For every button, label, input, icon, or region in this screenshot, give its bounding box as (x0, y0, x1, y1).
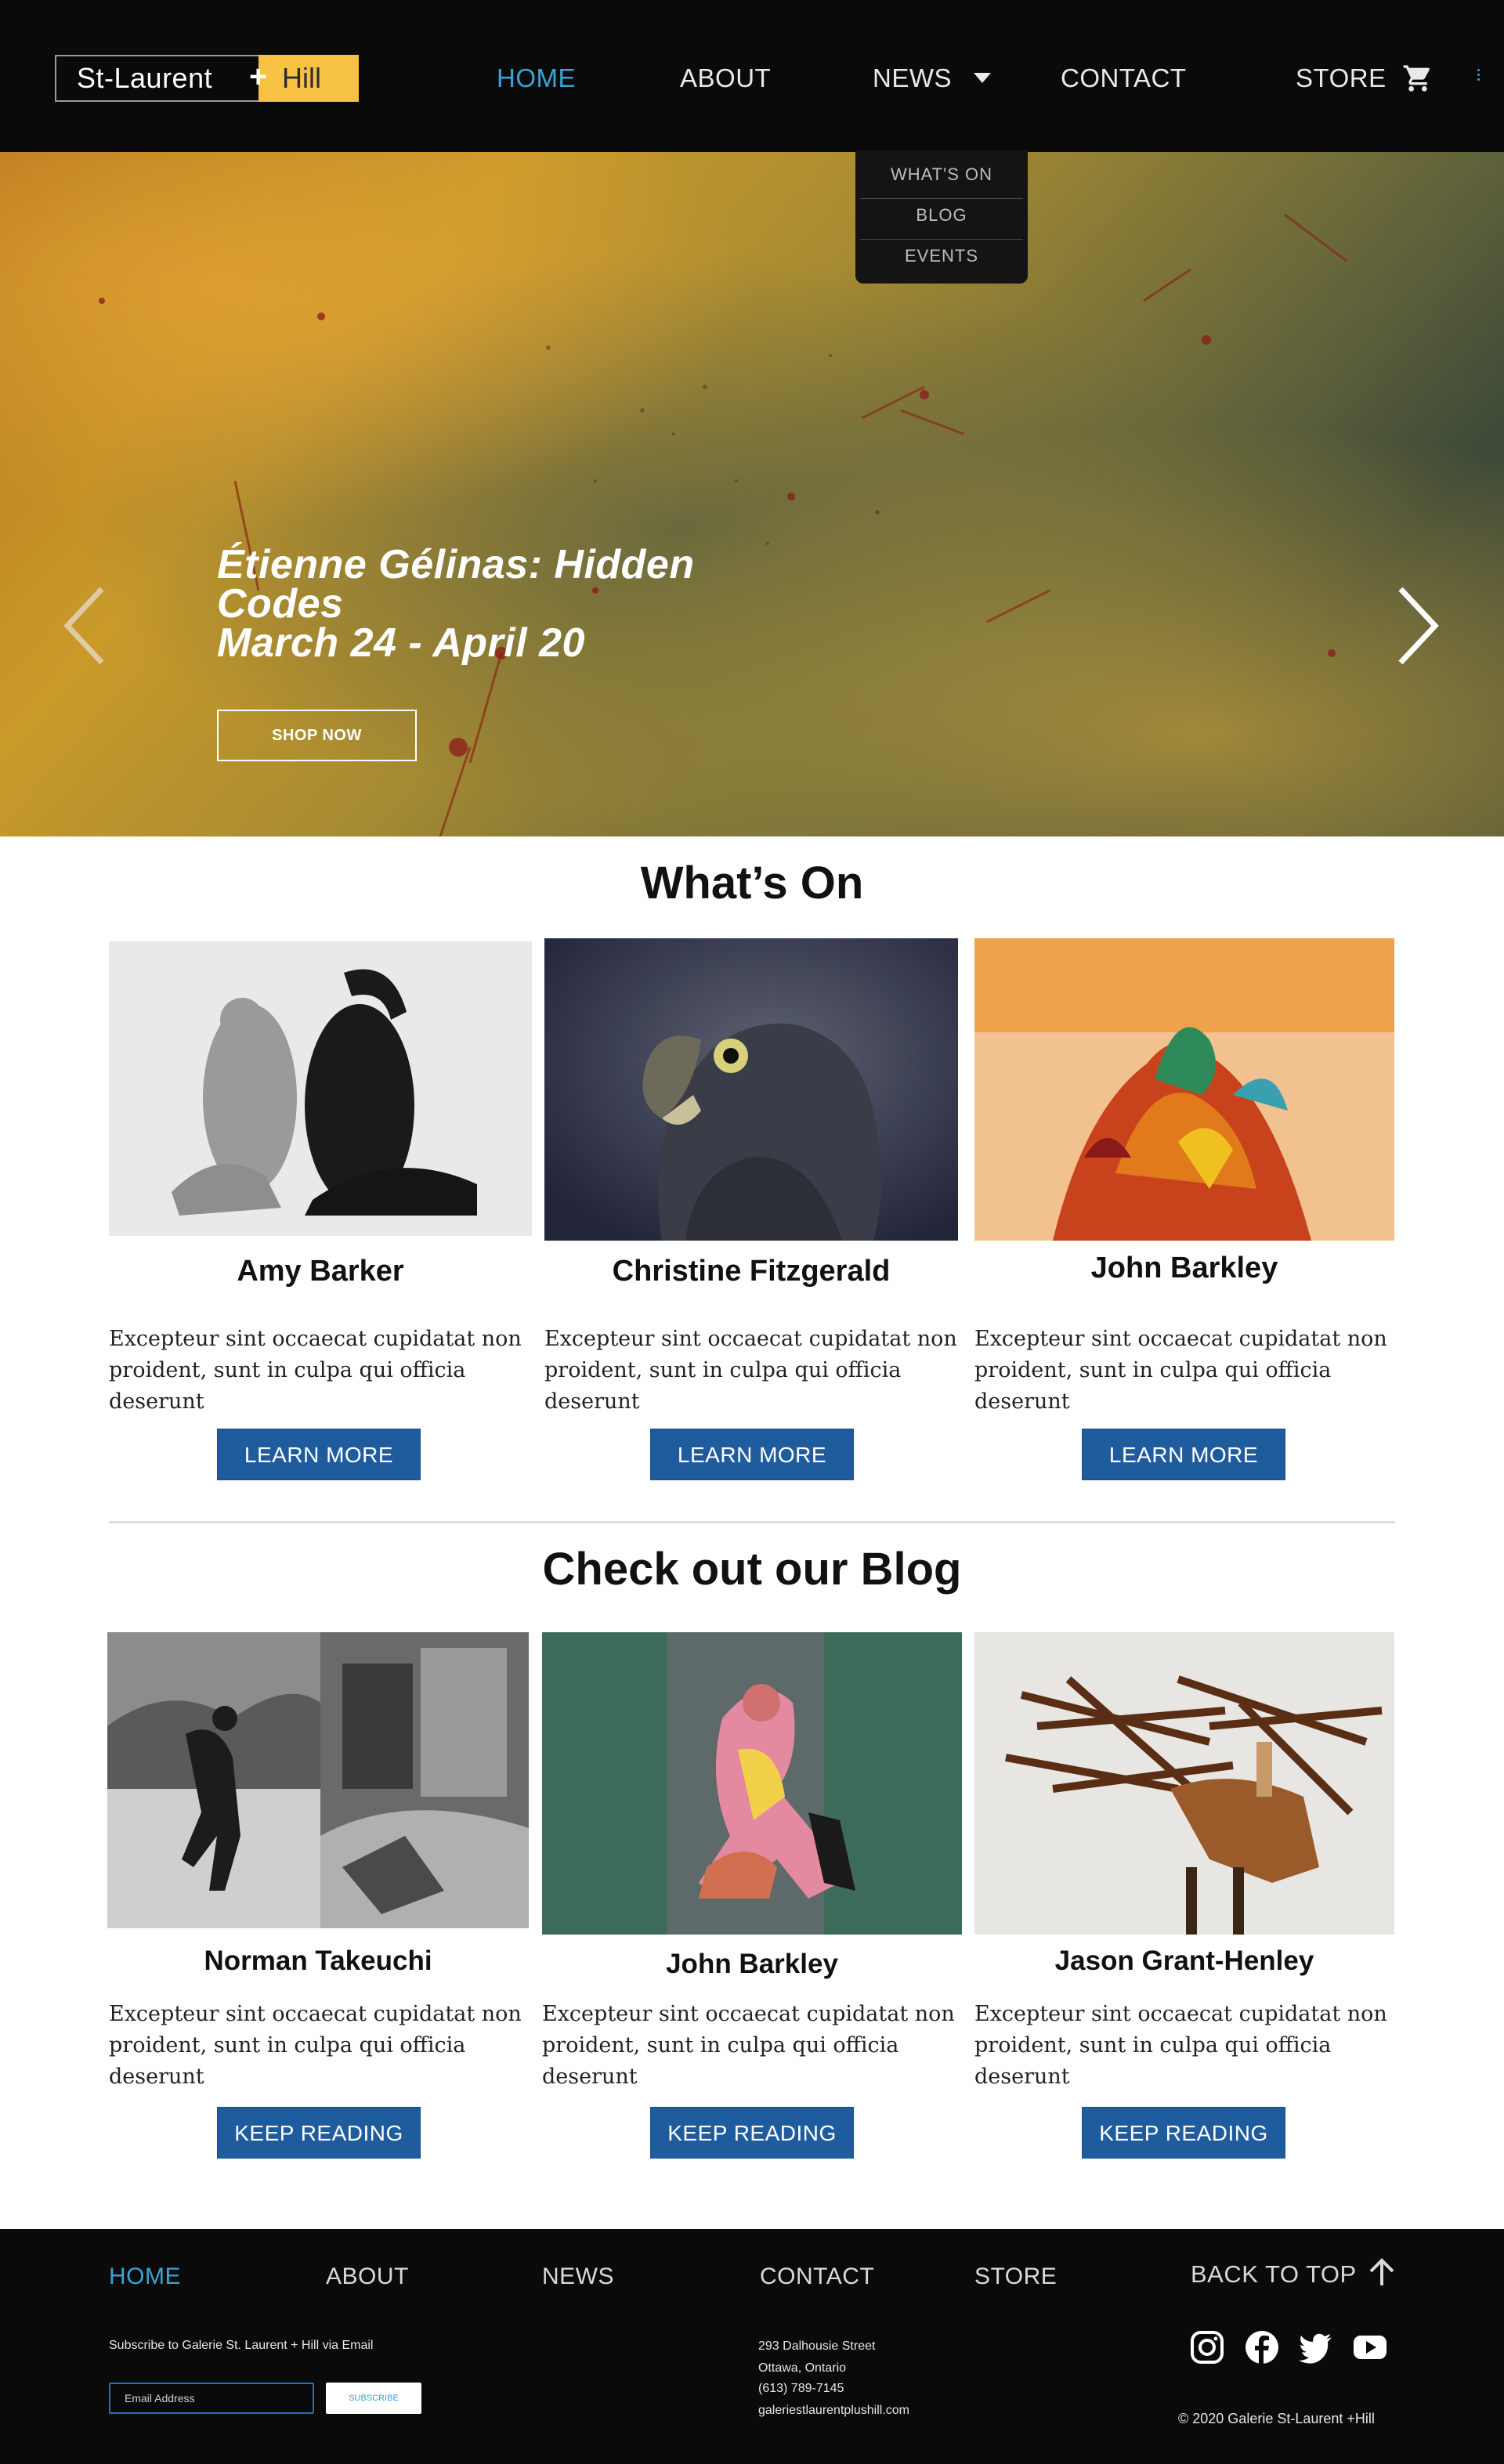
footer-nav-home[interactable]: HOME (109, 2263, 181, 2290)
hero-title-line: Étienne Gélinas: Hidden (217, 542, 695, 587)
blog-author: Jason Grant-Henley (1054, 1946, 1314, 1976)
card-description: Excepteur sint occaecat cupidatat non pr… (974, 1324, 1413, 1418)
artwork-image[interactable] (109, 941, 532, 1236)
nav-news-label: NEWS (873, 63, 952, 92)
subscribe-label: Subscribe to Galerie St. Laurent + Hill … (109, 2339, 374, 2352)
card-description: Excepteur sint occaecat cupidatat non pr… (544, 1324, 983, 1418)
description-line: Excepteur sint occaecat cupidatat non (974, 1327, 1387, 1351)
description-line: Excepteur sint occaecat cupidatat non (974, 2002, 1387, 2026)
dropdown-item-blog[interactable]: BLOG (860, 199, 1023, 240)
news-dropdown-menu: WHAT'S ON BLOG EVENTS (855, 150, 1028, 284)
youtube-icon[interactable] (1352, 2329, 1388, 2365)
footer-nav-contact[interactable]: CONTACT (760, 2263, 874, 2290)
nav-news[interactable]: NEWS (873, 63, 991, 94)
arrow-up-icon[interactable] (1366, 2257, 1397, 2289)
artist-name: Amy Barker (237, 1255, 404, 1288)
blog-author: John Barkley (666, 1949, 838, 1979)
chevron-right-icon[interactable] (1394, 583, 1441, 669)
description-line: Excepteur sint occaecat cupidatat non (544, 1327, 957, 1351)
whats-on-card: Christine Fitzgerald Excepteur sint occa… (544, 937, 967, 1485)
back-to-top-link[interactable]: BACK TO TOP (1191, 2260, 1357, 2289)
footer-nav-news[interactable]: NEWS (542, 2263, 614, 2290)
cart-icon[interactable] (1401, 63, 1435, 94)
site-header: St-Laurent + Hill HOME ABOUT NEWS CONTAC… (0, 0, 1504, 152)
artist-name: Christine Fitzgerald (612, 1255, 891, 1288)
instagram-icon[interactable] (1189, 2329, 1225, 2365)
nav-contact[interactable]: CONTACT (1061, 63, 1187, 94)
keep-reading-button[interactable]: KEEP READING (650, 2107, 854, 2159)
card-description: Excepteur sint occaecat cupidatat non pr… (109, 1999, 548, 2093)
address-street: 293 Dalhousie Street (758, 2339, 876, 2353)
logo-text-right: + Hill (249, 55, 359, 102)
hero-date: March 24 - April 20 (217, 620, 585, 666)
nav-about[interactable]: ABOUT (680, 63, 771, 94)
blog-author: Norman Takeuchi (204, 1946, 432, 1976)
artwork-image[interactable] (544, 938, 958, 1241)
description-line: proident, sunt in culpa qui officia dese… (109, 1358, 466, 1414)
facebook-icon[interactable] (1244, 2329, 1280, 2365)
site-logo[interactable]: St-Laurent + Hill (55, 55, 359, 102)
description-line: proident, sunt in culpa qui officia dese… (542, 2033, 899, 2089)
logo-text-left: St-Laurent (55, 55, 258, 102)
blog-image[interactable] (974, 1632, 1394, 1935)
artwork-image[interactable] (974, 938, 1394, 1241)
card-description: Excepteur sint occaecat cupidatat non pr… (109, 1324, 548, 1418)
dropdown-item-whats-on[interactable]: WHAT'S ON (860, 158, 1023, 199)
blog-image[interactable] (542, 1632, 962, 1935)
blog-card: John Barkley Excepteur sint occaecat cup… (542, 1632, 965, 2180)
blog-card: Jason Grant-Henley Excepteur sint occaec… (974, 1632, 1397, 2180)
nav-home[interactable]: HOME (497, 63, 576, 94)
address-phone: (613) 789-7145 (758, 2382, 844, 2395)
description-line: proident, sunt in culpa qui officia dese… (974, 1358, 1332, 1414)
kebab-menu-icon[interactable] (1476, 69, 1480, 85)
whats-on-card: John Barkley Excepteur sint occaecat cup… (974, 937, 1397, 1485)
learn-more-button[interactable]: LEARN MORE (650, 1429, 854, 1480)
address-website[interactable]: galeriestlaurentplushill.com (758, 2400, 909, 2422)
site-footer: HOME ABOUT NEWS CONTACT STORE BACK TO TO… (0, 2229, 1504, 2464)
description-line: proident, sunt in culpa qui officia dese… (974, 2033, 1332, 2089)
footer-nav-about[interactable]: ABOUT (326, 2263, 409, 2290)
hero-title: Étienne Gélinas: Hidden Codes March 24 -… (217, 542, 695, 666)
description-line: proident, sunt in culpa qui officia dese… (544, 1358, 902, 1414)
nav-store[interactable]: STORE (1296, 63, 1386, 94)
blog-title: Check out our Blog (542, 1544, 962, 1595)
address-city: Ottawa, Ontario (758, 2361, 847, 2375)
footer-nav-store[interactable]: STORE (974, 2263, 1057, 2290)
artist-name: John Barkley (1090, 1252, 1278, 1284)
description-line: proident, sunt in culpa qui officia dese… (109, 2033, 466, 2089)
card-description: Excepteur sint occaecat cupidatat non pr… (542, 1999, 981, 2093)
email-field[interactable] (109, 2383, 314, 2414)
chevron-left-icon[interactable] (61, 583, 108, 669)
copyright-text: © 2020 Galerie St-Laurent +Hill (1178, 2411, 1375, 2426)
shop-now-button[interactable]: SHOP NOW (217, 710, 417, 761)
card-description: Excepteur sint occaecat cupidatat non pr… (974, 1999, 1413, 2093)
whats-on-title: What’s On (640, 858, 864, 909)
keep-reading-button[interactable]: KEEP READING (217, 2107, 421, 2159)
twitter-icon[interactable] (1297, 2329, 1333, 2365)
hero-title-line: Codes (217, 581, 344, 627)
description-line: Excepteur sint occaecat cupidatat non (109, 1327, 522, 1351)
description-line: Excepteur sint occaecat cupidatat non (542, 2002, 955, 2026)
learn-more-button[interactable]: LEARN MORE (217, 1429, 421, 1480)
blog-card: Norman Takeuchi Excepteur sint occaecat … (107, 1632, 530, 2180)
description-line: Excepteur sint occaecat cupidatat non (109, 2002, 522, 2026)
hero-carousel: Étienne Gélinas: Hidden Codes March 24 -… (0, 152, 1504, 836)
caret-down-icon (974, 72, 991, 83)
logo-plus-icon: + (249, 60, 268, 94)
subscribe-button[interactable]: SUBSCRIBE (326, 2383, 421, 2414)
section-divider (109, 1521, 1395, 1523)
logo-right-label: Hill (282, 62, 321, 94)
dropdown-item-events[interactable]: EVENTS (860, 240, 1023, 280)
blog-image[interactable] (107, 1632, 529, 1928)
learn-more-button[interactable]: LEARN MORE (1082, 1429, 1285, 1480)
keep-reading-button[interactable]: KEEP READING (1082, 2107, 1285, 2159)
whats-on-card: Amy Barker Excepteur sint occaecat cupid… (109, 937, 532, 1485)
